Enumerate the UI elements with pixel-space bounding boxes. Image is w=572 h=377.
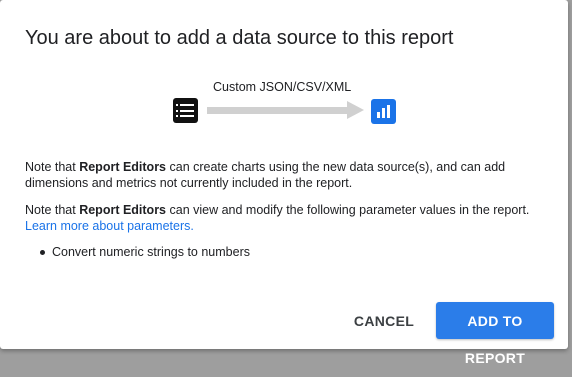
editors-note-parameters: Note that Report Editors can view and mo… [25, 203, 555, 234]
note2-bold: Report Editors [79, 203, 167, 217]
note2-prefix: Note that [25, 203, 80, 217]
note1-bold: Report Editors [79, 160, 167, 174]
arrow-shaft [207, 107, 347, 114]
editors-note-charts: Note that Report Editors can create char… [25, 160, 555, 191]
add-to-report-button[interactable]: ADD TO REPORT [436, 302, 554, 366]
connection-diagram: Custom JSON/CSV/XML [170, 78, 410, 128]
data-source-list-icon [173, 98, 198, 123]
report-bar-chart-icon [371, 99, 396, 124]
connector-label: Custom JSON/CSV/XML [213, 80, 352, 94]
note1-prefix: Note that [25, 160, 80, 174]
cancel-button[interactable]: CANCEL [347, 302, 421, 338]
list-item: Convert numeric strings to numbers [40, 245, 250, 259]
parameter-list: Convert numeric strings to numbers [40, 245, 250, 259]
learn-more-parameters-link[interactable]: Learn more about parameters. [25, 219, 194, 233]
bullet-icon [40, 250, 45, 255]
add-data-source-dialog: You are about to add a data source to th… [0, 0, 568, 366]
parameter-label: Convert numeric strings to numbers [52, 245, 250, 259]
dialog-title: You are about to add a data source to th… [25, 27, 454, 49]
arrow-right-icon [347, 101, 364, 119]
note2-suffix: can view and modify the following parame… [166, 203, 530, 217]
